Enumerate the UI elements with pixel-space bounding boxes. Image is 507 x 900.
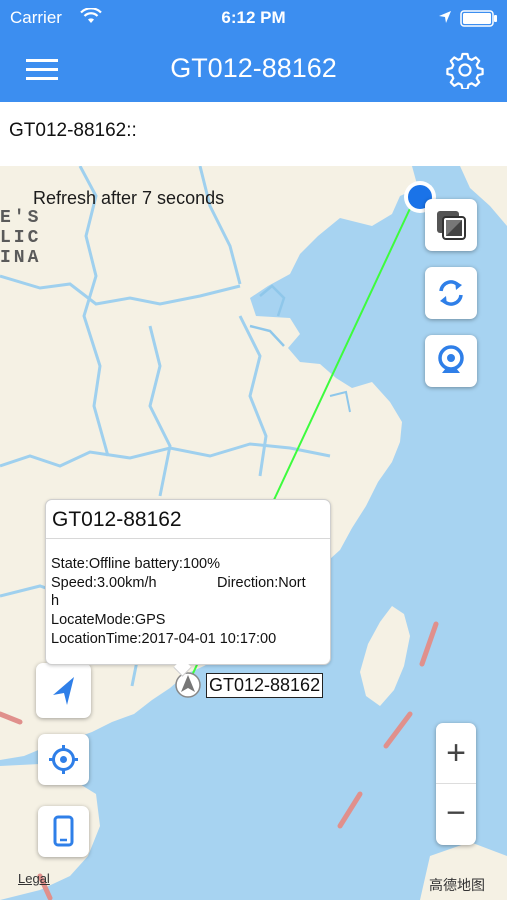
navigate-button[interactable] — [36, 663, 91, 718]
webcam-button[interactable] — [425, 335, 477, 387]
popup-title: GT012-88162 — [52, 508, 182, 531]
device-subheader: GT012-88162:: — [0, 102, 507, 166]
popup-divider — [46, 538, 330, 539]
refresh-button[interactable] — [425, 267, 477, 319]
refresh-countdown: Refresh after 7 seconds — [33, 188, 225, 208]
popup-direction-wrap: h — [51, 593, 60, 609]
map-layers-button[interactable] — [425, 199, 477, 251]
device-info-popup: GT012-88162 State:Offline battery:100% S… — [45, 499, 331, 677]
phone-icon — [53, 815, 74, 847]
webcam-icon — [438, 345, 464, 373]
map-layers-icon — [437, 211, 466, 240]
region-label-line-3: INA — [0, 248, 41, 268]
gear-icon[interactable] — [446, 51, 484, 89]
refresh-icon — [439, 280, 463, 306]
zoom-in-button[interactable]: + — [436, 723, 476, 783]
region-label: E'S LIC INA — [0, 208, 41, 268]
popup-locate-mode: LocateMode:GPS — [51, 612, 166, 628]
device-marker-label: GT012-88162 — [206, 673, 324, 698]
phone-button[interactable] — [38, 806, 89, 857]
navigation-arrow-icon — [53, 677, 74, 705]
locate-target-icon — [49, 745, 78, 774]
zoom-out-button[interactable]: − — [436, 784, 476, 844]
taiwan-landmass — [360, 606, 410, 706]
device-id-text: GT012-88162:: — [9, 120, 137, 141]
map-provider-logo: 高德地图 — [429, 877, 485, 893]
legal-link[interactable]: Legal — [18, 871, 50, 886]
popup-state-line: State:Offline battery:100% — [51, 556, 221, 572]
popup-location-time: LocationTime:2017-04-01 10:17:00 — [51, 631, 277, 647]
locate-button[interactable] — [38, 734, 89, 785]
status-time: 6:12 PM — [221, 8, 286, 27]
status-bar: Carrier 6:12 PM — [0, 0, 507, 36]
nav-bar: GT012-88162 — [0, 36, 507, 102]
page-title: GT012-88162 — [170, 53, 337, 83]
battery-icon — [460, 10, 497, 27]
popup-direction: Direction:Nort — [217, 575, 306, 591]
popup-speed: Speed:3.00km/h — [51, 575, 157, 591]
region-label-line-1: E'S — [0, 208, 41, 228]
location-arrow-icon — [439, 11, 451, 23]
region-label-line-2: LIC — [0, 228, 41, 248]
zoom-control: + − — [436, 723, 476, 845]
map-view[interactable]: E'S LIC INA Refresh after 7 seconds + − … — [0, 166, 507, 900]
